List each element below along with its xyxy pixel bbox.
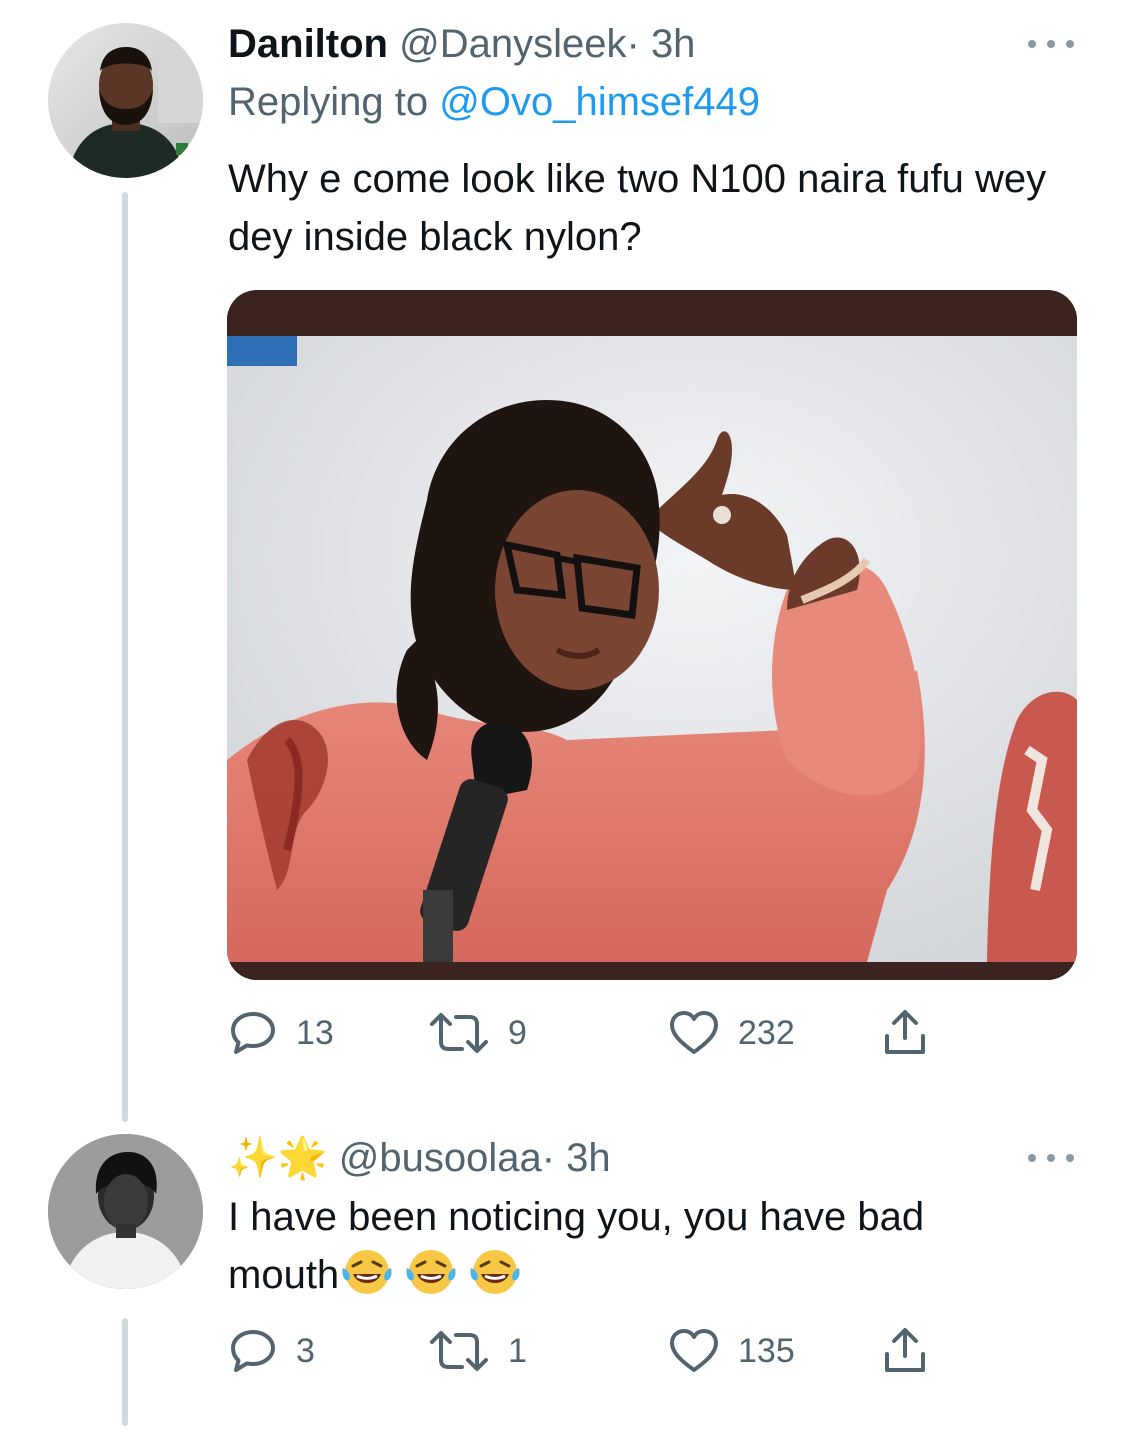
heart-icon: [670, 1329, 718, 1372]
tweet-time[interactable]: 3h: [651, 22, 696, 66]
tears-of-joy-icon: [342, 1250, 392, 1294]
heart-icon: [670, 1011, 718, 1054]
more-options-button[interactable]: [1028, 1148, 1074, 1168]
display-name[interactable]: ✨🌟: [228, 1136, 328, 1180]
speech-bubble-icon: [231, 1330, 275, 1372]
reply-button[interactable]: 13: [228, 1008, 334, 1058]
reply-count: 3: [296, 1332, 315, 1370]
reply-button[interactable]: 3: [228, 1326, 315, 1376]
more-dots-icon: [1028, 40, 1036, 48]
tweet2-text-line2: mouth: [228, 1246, 1088, 1304]
like-count: 135: [738, 1332, 795, 1370]
speech-bubble-icon: [231, 1012, 275, 1054]
share-button[interactable]: [882, 1008, 928, 1058]
retweet-count: 1: [508, 1332, 527, 1370]
retweet-button[interactable]: 9: [428, 1008, 527, 1058]
tweet-image[interactable]: [227, 290, 1077, 980]
separator-dot: ·: [626, 22, 640, 66]
laughing-emoji-group: [339, 1246, 531, 1296]
meme-photo: [227, 290, 1077, 980]
avatar-danilton[interactable]: [48, 23, 203, 178]
replying-to-mention[interactable]: @Ovo_himsef449: [439, 80, 760, 124]
like-button[interactable]: 135: [668, 1326, 795, 1376]
avatar-busoolaa[interactable]: [48, 1134, 203, 1289]
tweet2-header: ✨🌟 @busoolaa· 3h: [228, 1134, 611, 1182]
share-upload-icon: [885, 1328, 925, 1372]
tears-of-joy-icon: [470, 1250, 520, 1294]
tweet2-actions: 3 1 135: [228, 1326, 948, 1376]
profile-photo: [48, 23, 203, 178]
like-button[interactable]: 232: [668, 1008, 795, 1058]
tweet1-text: Why e come look like two N100 naira fufu…: [228, 157, 1047, 259]
tears-of-joy-icon: [406, 1250, 456, 1294]
retweet-button[interactable]: 1: [428, 1326, 527, 1376]
replying-to: Replying to @Ovo_himsef449: [228, 78, 760, 126]
retweet-count: 9: [508, 1014, 527, 1052]
profile-photo: [48, 1134, 203, 1289]
user-handle[interactable]: @busoolaa: [339, 1136, 542, 1180]
retweet-arrows-icon: [430, 1331, 488, 1371]
share-button[interactable]: [882, 1326, 928, 1376]
tweet2-text-word: mouth: [228, 1253, 340, 1297]
replying-to-label: Replying to: [228, 80, 429, 124]
tweet1-header: Danilton @Danysleek· 3h: [228, 20, 695, 68]
retweet-arrows-icon: [430, 1013, 488, 1053]
thread-line-lower: [122, 1318, 128, 1426]
user-handle[interactable]: @Danysleek: [399, 22, 626, 66]
tweet1-actions: 13 9 232: [228, 1008, 948, 1058]
tweet2-text: I have been noticing you, you have bad m…: [228, 1188, 1088, 1304]
reply-count: 13: [296, 1014, 334, 1052]
tweet2-text-line1: I have been noticing you, you have bad: [228, 1195, 925, 1239]
tweet-time[interactable]: 3h: [566, 1136, 611, 1180]
more-dots-icon: [1028, 1154, 1036, 1162]
like-count: 232: [738, 1014, 795, 1052]
separator-dot: ·: [541, 1136, 556, 1180]
thread-line-upper: [122, 192, 128, 1122]
display-name[interactable]: Danilton: [228, 22, 388, 66]
more-options-button[interactable]: [1028, 34, 1074, 54]
share-upload-icon: [885, 1010, 925, 1054]
